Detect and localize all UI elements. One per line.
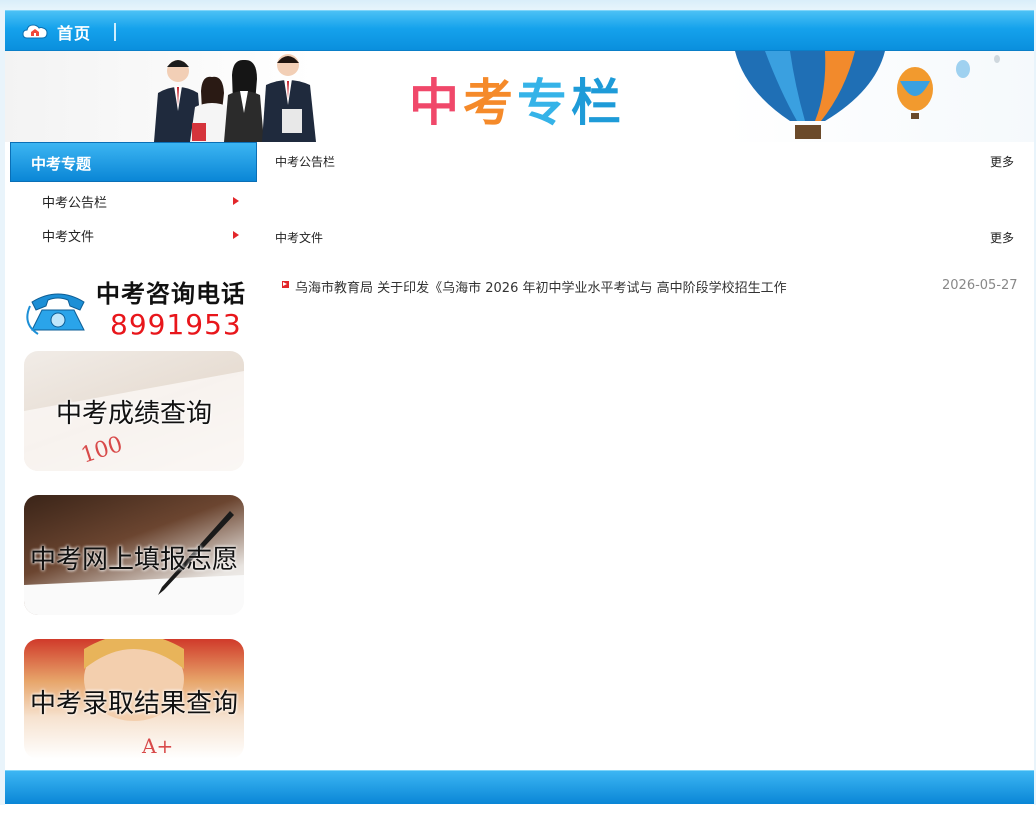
news-title-link[interactable]: 乌海市教育局 关于印发《乌海市 2026 年初中学业水平考试与 高中阶段学校招生… — [295, 277, 787, 296]
sidebar-item-label[interactable]: 中考公告栏 — [42, 192, 107, 211]
arrow-right-icon — [233, 197, 239, 205]
announcements-section-title[interactable]: 中考公告栏 — [275, 153, 335, 170]
score-query-card[interactable]: 100 中考成绩查询 — [24, 351, 244, 471]
bullet-arrow-icon — [282, 281, 289, 288]
news-date: 2026-05-27 — [942, 278, 1018, 293]
documents-section-title[interactable]: 中考文件 — [275, 229, 323, 246]
banner-title: 中考专栏 — [409, 73, 625, 132]
documents-more-link[interactable]: 更多 — [990, 229, 1014, 246]
score-query-label[interactable]: 中考成绩查询 — [24, 393, 244, 430]
announcements-more-link[interactable]: 更多 — [990, 153, 1014, 170]
nav-divider — [114, 23, 116, 41]
footer-bar — [5, 770, 1034, 804]
sidebar-heading: 中考专题 — [10, 142, 257, 182]
top-nav-bar: 首页 — [5, 10, 1034, 51]
home-nav-link[interactable]: 首页 — [57, 20, 91, 44]
sidebar-item-documents[interactable]: 中考文件 — [10, 217, 257, 251]
sidebar-item-label[interactable]: 中考文件 — [42, 226, 94, 245]
hot-air-balloons-illustration — [735, 51, 1000, 139]
students-illustration — [154, 54, 316, 142]
consult-phone-banner: 中考咨询电话 8991953 — [24, 270, 246, 342]
sidebar-heading-label: 中考专题 — [31, 155, 92, 173]
home-cloud-icon[interactable] — [22, 21, 48, 41]
svg-text:A+: A+ — [141, 734, 173, 758]
telephone-icon — [26, 293, 85, 335]
banner: 中考专栏 — [5, 51, 1034, 142]
volunteer-application-label[interactable]: 中考网上填报志愿 — [24, 539, 244, 576]
consult-phone-number: 8991953 — [110, 308, 242, 341]
sidebar-item-announcements[interactable]: 中考公告栏 — [10, 183, 257, 217]
admission-result-card[interactable]: A+ 中考录取结果查询 — [24, 639, 244, 759]
admission-result-label[interactable]: 中考录取结果查询 — [24, 683, 244, 720]
arrow-right-icon — [233, 231, 239, 239]
consult-phone-title: 中考咨询电话 — [96, 279, 246, 308]
volunteer-application-card[interactable]: 中考网上填报志愿 — [24, 495, 244, 615]
